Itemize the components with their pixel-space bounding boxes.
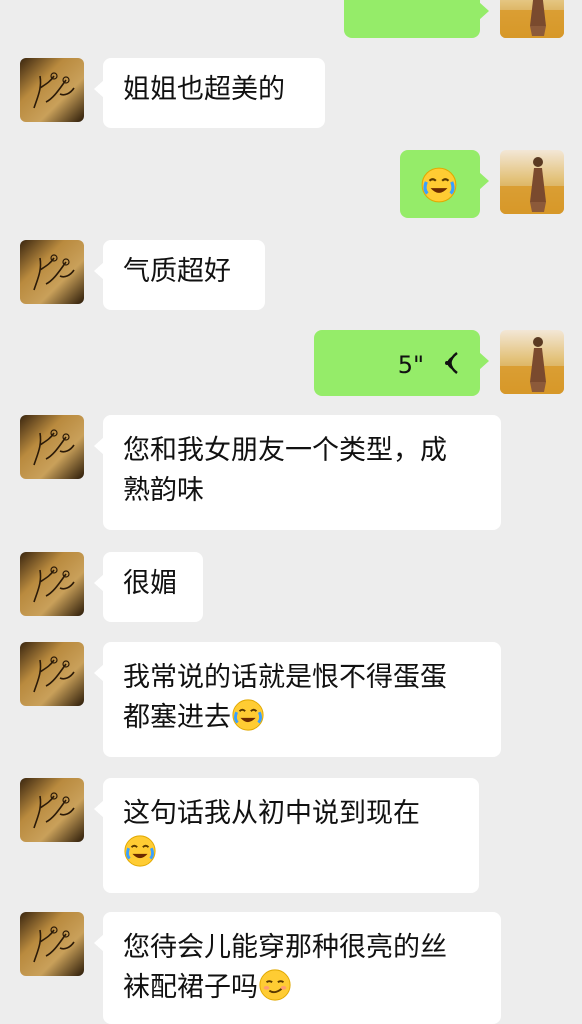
contact-avatar[interactable] [20, 642, 84, 706]
text-message-bubble[interactable]: 我常说的话就是恨不得蛋蛋 都塞进去 [94, 642, 501, 757]
tears-of-joy-emoji-icon [231, 698, 265, 732]
my-avatar[interactable] [500, 0, 564, 38]
my-avatar[interactable] [500, 330, 564, 394]
text-message-bubble[interactable]: 这句话我从初中说到现在 [94, 778, 479, 893]
text-message-bubble[interactable]: 姐姐也超美的 [94, 58, 325, 128]
text-message-bubble[interactable]: 气质超好 [94, 240, 265, 310]
message-text: 很媚 [123, 568, 177, 599]
tears-of-joy-emoji-icon [123, 834, 157, 868]
contact-avatar[interactable] [20, 912, 84, 976]
message-text-line: 这句话我从初中说到现在 [123, 798, 420, 829]
contact-avatar[interactable] [20, 415, 84, 479]
contact-avatar[interactable] [20, 552, 84, 616]
contact-avatar[interactable] [20, 778, 84, 842]
message-text-line: 我常说的话就是恨不得蛋蛋 [123, 662, 447, 693]
message-text: 姐姐也超美的 [123, 74, 285, 105]
emoji-message-bubble[interactable] [400, 150, 489, 218]
voice-message-bubble[interactable]: 5" [314, 330, 489, 396]
text-message-bubble[interactable]: 您和我女朋友一个类型，成 熟韵味 [94, 415, 501, 530]
message-text-line: 熟韵味 [123, 475, 204, 506]
message-text-line: 都塞进去 [123, 702, 231, 733]
crying-face-emoji-icon [420, 166, 458, 204]
message-text-line: 袜配裙子吗 [123, 972, 258, 1003]
text-message-bubble[interactable]: 您待会儿能穿那种很亮的丝 袜配裙子吗 [94, 912, 501, 1024]
voice-message-bubble[interactable] [344, 0, 489, 38]
text-message-bubble[interactable]: 很媚 [94, 552, 203, 622]
message-text: 气质超好 [123, 256, 231, 287]
my-avatar[interactable] [500, 150, 564, 214]
message-text-line: 您和我女朋友一个类型，成 [123, 435, 447, 466]
voice-duration: 5" [397, 351, 424, 379]
smirk-emoji-icon [258, 968, 292, 1002]
contact-avatar[interactable] [20, 240, 84, 304]
message-text-line: 您待会儿能穿那种很亮的丝 [123, 932, 447, 963]
voice-wave-icon [445, 352, 458, 374]
contact-avatar[interactable] [20, 58, 84, 122]
